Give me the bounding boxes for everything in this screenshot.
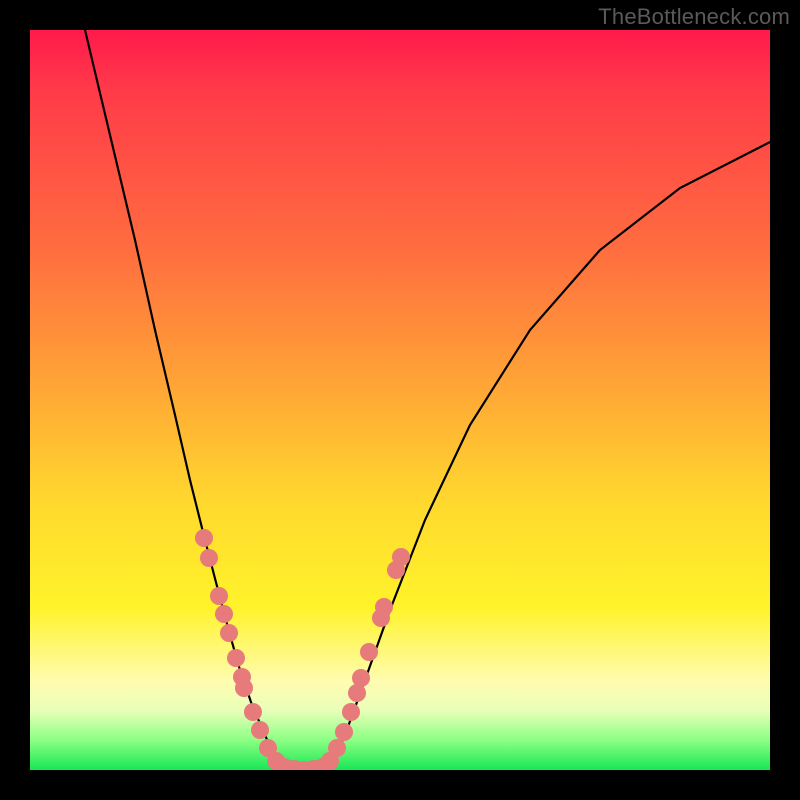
highlight-dot	[210, 587, 228, 605]
bottleneck-curve	[85, 30, 770, 770]
highlight-dot	[335, 723, 353, 741]
highlight-dot	[244, 703, 262, 721]
curve-line	[85, 30, 770, 770]
highlight-dot	[360, 643, 378, 661]
highlight-dot	[215, 605, 233, 623]
highlight-dot	[227, 649, 245, 667]
highlight-dot	[375, 598, 393, 616]
highlight-dot	[195, 529, 213, 547]
highlight-dot	[200, 549, 218, 567]
highlight-dots-group	[195, 529, 410, 770]
highlight-dot	[235, 679, 253, 697]
chart-frame: TheBottleneck.com	[0, 0, 800, 800]
highlight-dot	[352, 669, 370, 687]
highlight-dot	[328, 739, 346, 757]
plot-area	[30, 30, 770, 770]
highlight-dot	[342, 703, 360, 721]
highlight-dot	[251, 721, 269, 739]
watermark-text: TheBottleneck.com	[598, 4, 790, 30]
chart-svg	[30, 30, 770, 770]
highlight-dot	[392, 548, 410, 566]
highlight-dot	[220, 624, 238, 642]
